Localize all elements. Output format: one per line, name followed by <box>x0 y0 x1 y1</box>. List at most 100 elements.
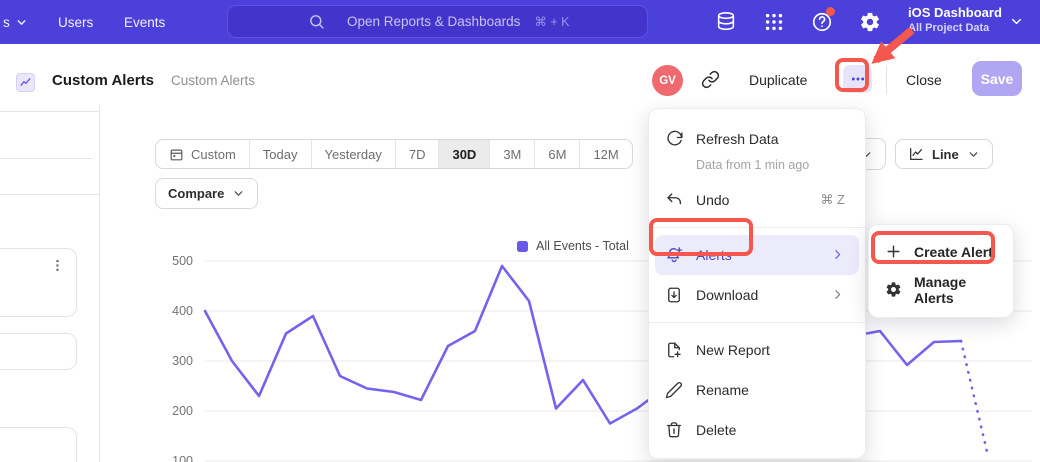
y-axis-tick: 500 <box>172 254 193 268</box>
range-yesterday[interactable]: Yesterday <box>311 140 395 168</box>
range-label: 30D <box>452 147 476 162</box>
report-type-icon <box>16 73 35 92</box>
project-name: iOS Dashboard <box>908 5 1002 20</box>
compare-button[interactable]: Compare <box>155 178 258 209</box>
report-chart-icon <box>19 76 32 89</box>
database-icon <box>715 11 737 33</box>
global-search-input[interactable]: Open Reports & Dashboards ⌘ + K <box>227 5 648 38</box>
bell-plus-icon <box>665 246 683 264</box>
chevron-down-icon <box>15 16 28 29</box>
compare-label: Compare <box>168 186 224 201</box>
app-screen: 500400300200100 All Events - Total sUser… <box>0 0 1040 462</box>
data-management-icon[interactable] <box>715 11 737 33</box>
range-3m[interactable]: 3M <box>489 140 534 168</box>
range-label: 3M <box>503 147 521 162</box>
range-6m[interactable]: 6M <box>534 140 579 168</box>
nav-item-users[interactable]: Users <box>58 0 93 44</box>
close-button[interactable]: Close <box>906 72 942 88</box>
menu-item-new-report[interactable]: New Report <box>649 330 865 370</box>
chevron-down-icon <box>967 148 980 161</box>
calendar-icon <box>169 147 184 162</box>
chevron-right-icon <box>831 288 844 301</box>
range-label: Today <box>263 147 298 162</box>
chevron-down-icon <box>1009 14 1024 29</box>
date-range-selector: Custom Today Yesterday 7D 30D 3M 6M 12M <box>155 139 633 169</box>
more-options-button[interactable] <box>843 65 872 93</box>
avatar[interactable]: GV <box>652 65 683 96</box>
plus-icon <box>885 243 902 260</box>
range-label: Yesterday <box>325 147 382 162</box>
range-label: 12M <box>593 147 618 162</box>
save-button[interactable]: Save <box>972 61 1022 96</box>
range-7d[interactable]: 7D <box>395 140 439 168</box>
menu-item-label: Alerts <box>696 247 732 263</box>
apps-grid-icon[interactable] <box>763 11 785 33</box>
project-scope: All Project Data <box>908 22 1002 34</box>
sidebar-card[interactable] <box>0 248 77 317</box>
y-axis-tick: 200 <box>172 404 193 418</box>
alerts-submenu: Create Alert Manage Alerts <box>868 224 1014 318</box>
range-30d[interactable]: 30D <box>438 140 489 168</box>
copy-link-icon[interactable] <box>701 70 721 90</box>
menu-item-delete[interactable]: Delete <box>649 410 865 450</box>
sidebar-divider <box>0 111 99 112</box>
nav-item-label: Users <box>58 15 93 30</box>
download-icon <box>665 286 683 304</box>
gear-icon <box>859 11 881 33</box>
submenu-item-manage-alerts[interactable]: Manage Alerts <box>869 271 1013 309</box>
menu-shortcut: ⌘ Z <box>820 192 845 208</box>
sidebar-card[interactable] <box>0 427 77 462</box>
kebab-menu-icon[interactable] <box>51 259 63 277</box>
menu-item-download[interactable]: Download <box>649 275 865 315</box>
submenu-item-label: Create Alert <box>914 244 993 260</box>
kebab-icon <box>51 259 64 272</box>
menu-item-label: New Report <box>696 342 770 358</box>
undo-icon <box>665 191 683 209</box>
chevron-down-icon[interactable] <box>1009 14 1025 30</box>
sidebar-divider <box>0 194 99 195</box>
trash-icon <box>665 421 683 439</box>
menu-item-label: Refresh Data <box>696 131 778 147</box>
menu-item-rename[interactable]: Rename <box>649 370 865 410</box>
refresh-icon <box>665 130 683 148</box>
settings-gear-icon[interactable] <box>859 11 881 33</box>
nav-item-truncated[interactable]: s <box>3 0 28 44</box>
menu-divider <box>649 227 865 228</box>
menu-item-label: Undo <box>696 192 729 208</box>
range-today[interactable]: Today <box>249 140 311 168</box>
menu-item-label: Delete <box>696 422 736 438</box>
notification-dot <box>826 7 835 16</box>
sidebar-card[interactable] <box>0 333 77 370</box>
menu-item-label: Rename <box>696 382 749 398</box>
chevron-down-icon <box>967 148 980 161</box>
submenu-item-create-alert[interactable]: Create Alert <box>869 233 1013 271</box>
line-chart-icon <box>908 146 924 162</box>
submenu-item-label: Manage Alerts <box>914 274 999 306</box>
header-divider <box>886 66 887 94</box>
chart-type-button[interactable]: Line <box>895 139 993 169</box>
range-custom[interactable]: Custom <box>156 140 249 168</box>
menu-item-label: Download <box>696 287 758 303</box>
y-axis-tick: 100 <box>172 454 193 462</box>
line-chart-icon <box>908 146 924 162</box>
project-switcher[interactable]: iOS Dashboard All Project Data <box>908 5 1002 34</box>
range-12m[interactable]: 12M <box>579 140 631 168</box>
chart-type-label: Line <box>932 147 959 162</box>
y-axis-tick: 300 <box>172 354 193 368</box>
series-line-projected <box>961 341 988 456</box>
chart-legend: All Events - Total <box>517 239 629 253</box>
menu-item-alerts[interactable]: Alerts <box>655 235 859 275</box>
menu-item-subtext: Data from 1 min ago <box>696 158 865 172</box>
menu-item-refresh-data[interactable]: Refresh Data <box>649 119 865 159</box>
duplicate-button[interactable]: Duplicate <box>749 72 807 88</box>
chevron-right-icon <box>831 248 844 261</box>
range-label: Custom <box>191 147 236 162</box>
nav-item-events[interactable]: Events <box>124 0 165 44</box>
menu-item-undo[interactable]: Undo ⌘ Z <box>649 180 865 220</box>
more-options-menu: Refresh Data Data from 1 min ago Undo ⌘ Z Al… <box>648 108 866 459</box>
sidebar-vertical-divider <box>99 105 100 462</box>
search-icon <box>308 13 325 30</box>
ellipsis-icon <box>850 71 866 87</box>
legend-swatch <box>517 241 528 252</box>
sidebar-divider <box>0 158 93 159</box>
